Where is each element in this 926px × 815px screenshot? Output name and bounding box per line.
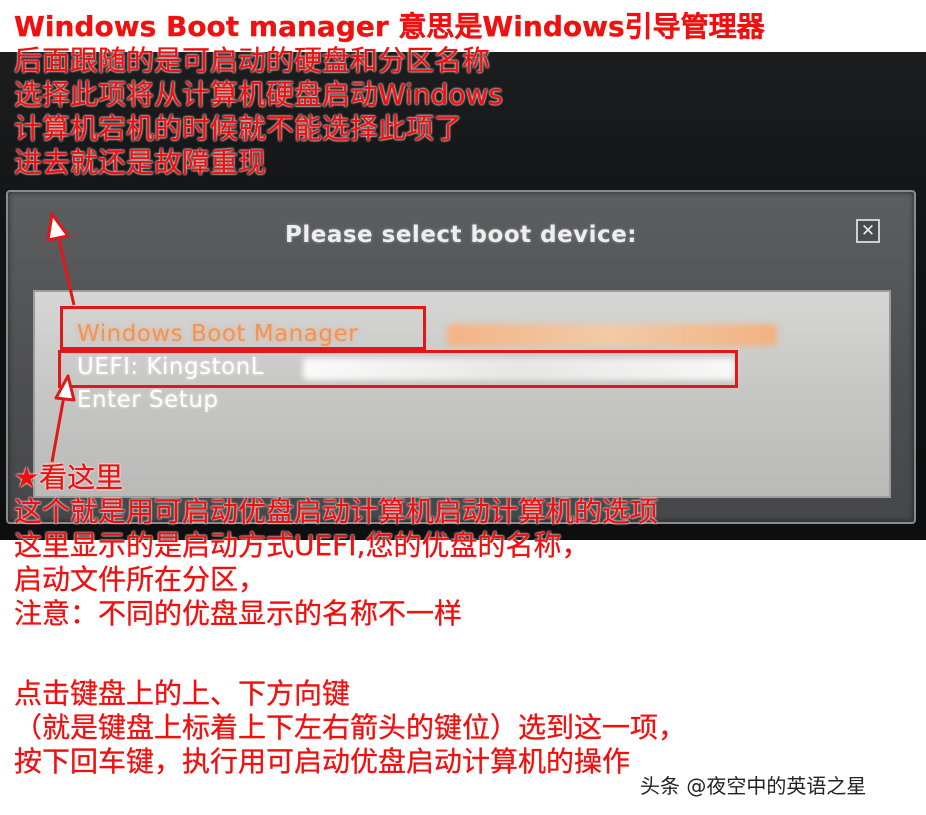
annotation-line: 启动文件所在分区， bbox=[14, 563, 267, 596]
highlight-box-uefi bbox=[58, 350, 738, 388]
annotation-line: 这里显示的是启动方式UEFI,您的优盘的名称， bbox=[14, 529, 590, 562]
annotation-middle: ★看这里 这个就是用可启动优盘启动计算机启动计算机的选项 这里显示的是启动方式U… bbox=[14, 460, 658, 630]
highlight-box-windows-boot-manager bbox=[60, 306, 426, 350]
annotation-line: 进去就还是故障重现 bbox=[14, 146, 267, 179]
annotation-line: 这个就是用可启动优盘启动计算机启动计算机的选项 bbox=[14, 495, 659, 528]
annotation-top: Windows Boot manager 意思是Windows引导管理器 后面跟… bbox=[14, 10, 765, 180]
annotation-line: 注意：不同的优盘显示的名称不一样 bbox=[14, 597, 463, 630]
annotation-line: 选择此项将从计算机硬盘启动Windows bbox=[14, 78, 503, 111]
redacted-region bbox=[447, 324, 777, 346]
annotation-line: 按下回车键，执行用可启动优盘启动计算机的操作 bbox=[14, 745, 631, 778]
annotation-line: （就是键盘上标着上下左右箭头的键位）选到这一项， bbox=[14, 711, 687, 744]
boot-item-enter-setup[interactable]: Enter Setup bbox=[77, 387, 219, 413]
close-icon[interactable]: ✕ bbox=[856, 219, 880, 243]
annotation-line: 点击键盘上的上、下方向键 bbox=[14, 677, 351, 710]
annotation-line: 后面跟随的是可启动的硬盘和分区名称 bbox=[14, 44, 491, 77]
dialog-title: Please select boot device: bbox=[284, 222, 637, 248]
annotation-line: ★看这里 bbox=[14, 461, 124, 494]
annotation-line: 计算机宕机的时候就不能选择此项了 bbox=[14, 112, 463, 145]
watermark: 头条 @夜空中的英语之星 bbox=[640, 774, 867, 798]
annotation-bottom: 点击键盘上的上、下方向键 （就是键盘上标着上下左右箭头的键位）选到这一项， 按下… bbox=[14, 677, 686, 779]
annotation-line: Windows Boot manager 意思是Windows引导管理器 bbox=[14, 10, 765, 43]
